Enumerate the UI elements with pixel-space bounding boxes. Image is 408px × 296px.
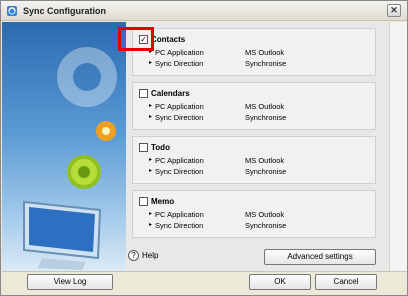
setting-label: Sync Direction <box>155 59 204 68</box>
setting-label: Sync Direction <box>155 113 204 122</box>
setting-label: Sync Direction <box>155 221 204 230</box>
setting-value[interactable]: Synchronise <box>245 113 286 122</box>
setting-value[interactable]: MS Outlook <box>245 156 284 165</box>
setting-label: PC Application <box>155 48 204 57</box>
triangle-right-icon: ▸ <box>149 103 153 109</box>
close-icon[interactable]: ✕ <box>387 4 401 17</box>
triangle-right-icon: ▸ <box>149 157 153 163</box>
triangle-right-icon: ▸ <box>149 222 153 228</box>
orange-gear-icon <box>96 121 116 141</box>
help-label: Help <box>142 251 159 260</box>
checkbox-todo[interactable] <box>139 143 148 152</box>
setting-label: Sync Direction <box>155 167 204 176</box>
cancel-button[interactable]: Cancel <box>315 274 377 290</box>
banner-illustration <box>23 47 117 270</box>
setting-value[interactable]: Synchronise <box>245 59 286 68</box>
view-log-button[interactable]: View Log <box>27 274 113 290</box>
sync-app-icon <box>7 6 17 16</box>
setting-value[interactable]: MS Outlook <box>245 102 284 111</box>
triangle-right-icon: ▸ <box>149 168 153 174</box>
title-bar[interactable]: Sync Configuration ✕ <box>1 1 407 21</box>
background-gear-icon <box>57 47 117 107</box>
sync-configuration-window: Sync Configuration ✕ ✓ Contacts ▸ PC App… <box>0 0 408 296</box>
monitor-icon <box>23 200 102 270</box>
triangle-right-icon: ▸ <box>149 60 153 66</box>
checkbox-memo[interactable] <box>139 197 148 206</box>
setting-value[interactable]: Synchronise <box>245 167 286 176</box>
decorative-banner <box>2 22 126 272</box>
section-title: Todo <box>151 143 170 152</box>
section-title: Calendars <box>151 89 190 98</box>
advanced-settings-button[interactable]: Advanced settings <box>264 249 376 265</box>
triangle-right-icon: ▸ <box>149 114 153 120</box>
setting-label: PC Application <box>155 156 204 165</box>
setting-label: PC Application <box>155 102 204 111</box>
window-title: Sync Configuration <box>23 6 106 16</box>
help-icon: ? <box>128 250 139 261</box>
section-title: Contacts <box>151 35 186 44</box>
ok-button[interactable]: OK <box>249 274 311 290</box>
checkbox-calendars[interactable] <box>139 89 148 98</box>
setting-value[interactable]: MS Outlook <box>245 210 284 219</box>
scrollbar[interactable] <box>389 22 407 272</box>
section-title: Memo <box>151 197 175 206</box>
section-memo: Memo ▸ PC Application MS Outlook ▸ Sync Direc… <box>132 190 376 238</box>
triangle-right-icon: ▸ <box>149 211 153 217</box>
section-contacts: ✓ Contacts ▸ PC Application MS Outlook ▸ Sync … <box>132 28 376 76</box>
section-todo: Todo ▸ PC Application MS Outlook ▸ Sync Direc… <box>132 136 376 184</box>
setting-value[interactable]: MS Outlook <box>245 48 284 57</box>
green-gear-icon <box>67 155 101 189</box>
section-calendars: Calendars ▸ PC Application MS Outlook ▸ Sync … <box>132 82 376 130</box>
highlight-box <box>118 27 154 51</box>
setting-value[interactable]: Synchronise <box>245 221 286 230</box>
footer-divider <box>2 271 407 272</box>
setting-label: PC Application <box>155 210 204 219</box>
